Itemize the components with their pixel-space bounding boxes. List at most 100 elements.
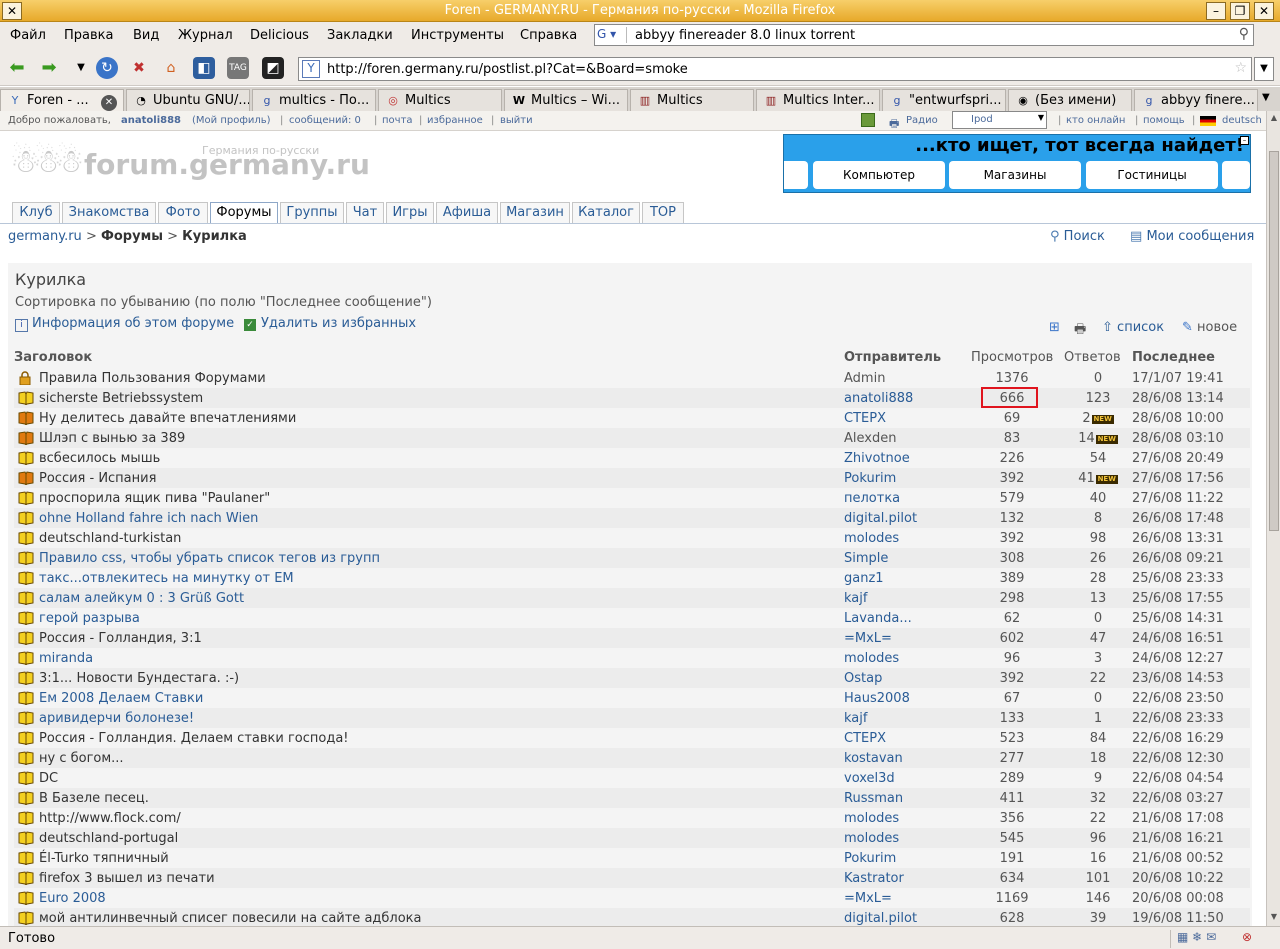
- search-link[interactable]: ⚲ Поиск: [1050, 229, 1105, 244]
- topic-title-link[interactable]: Россия - Испания: [39, 471, 156, 486]
- sender-link[interactable]: molodes: [844, 651, 899, 666]
- topic-title-link[interactable]: проспорила ящик пива "Paulaner": [39, 491, 270, 506]
- site-tab-top[interactable]: TOP: [642, 202, 684, 223]
- menu-edit[interactable]: Правка: [64, 28, 113, 43]
- tab-entwurf[interactable]: g "entwurfspri...: [882, 89, 1006, 111]
- my-messages-link[interactable]: ▤ Мои сообщения: [1130, 229, 1254, 244]
- sender-link[interactable]: digital.pilot: [844, 511, 917, 526]
- topic-title-link[interactable]: мой антилинвечный списег повесили на сай…: [39, 911, 422, 926]
- mail-status-icon[interactable]: ✉: [1206, 930, 1216, 944]
- topic-title-link[interactable]: 3:1... Новости Бундестага. :-): [39, 671, 239, 686]
- banner-computer-button[interactable]: Компьютер: [813, 161, 945, 189]
- favorites-link[interactable]: избранное: [427, 115, 483, 126]
- sender-link[interactable]: Simple: [844, 551, 888, 566]
- logout-link[interactable]: выйти: [500, 115, 533, 126]
- sender-link[interactable]: Alexden: [844, 431, 896, 446]
- tab-multics-google[interactable]: g multics - По...: [252, 89, 376, 111]
- page-icon[interactable]: ◩: [262, 57, 284, 79]
- sender-link[interactable]: Russman: [844, 791, 903, 806]
- topic-title-link[interactable]: Euro 2008: [39, 891, 106, 906]
- sender-link[interactable]: Kastrator: [844, 871, 904, 886]
- forward-icon[interactable]: ➡: [38, 57, 60, 79]
- tag-icon[interactable]: TAG: [227, 57, 249, 79]
- topic-title-link[interactable]: герой разрыва: [39, 611, 140, 626]
- profile-link[interactable]: (Мой профиль): [192, 115, 271, 126]
- topic-title-link[interactable]: Россия - Голландия. Делаем ставки господ…: [39, 731, 349, 746]
- topic-title-link[interactable]: Правило css, чтобы убрать список тегов и…: [39, 551, 380, 566]
- url-bar[interactable]: Y http://foren.germany.ru/postlist.pl?Ca…: [298, 57, 1252, 81]
- sender-link[interactable]: kajf: [844, 591, 867, 606]
- site-tab-groups[interactable]: Группы: [280, 202, 344, 223]
- sender-link[interactable]: molodes: [844, 831, 899, 846]
- sender-link[interactable]: molodes: [844, 811, 899, 826]
- menu-history[interactable]: Журнал: [178, 28, 233, 43]
- banner-partial-button-right[interactable]: [1222, 161, 1250, 189]
- scroll-thumb[interactable]: [1269, 151, 1279, 531]
- url-dropdown-button[interactable]: ▼: [1254, 57, 1274, 81]
- history-dropdown-icon[interactable]: ▼: [70, 57, 92, 79]
- delicious-icon[interactable]: ◧: [193, 57, 215, 79]
- sender-link[interactable]: kajf: [844, 711, 867, 726]
- col-header-sender[interactable]: Отправитель: [844, 350, 941, 365]
- sender-link[interactable]: CTEPX: [844, 411, 886, 426]
- tab-ubuntu[interactable]: ◔ Ubuntu GNU/...: [126, 89, 250, 111]
- search-icon[interactable]: ⚲: [1239, 26, 1249, 42]
- messages-link[interactable]: сообщений: 0: [289, 115, 361, 126]
- site-logo[interactable]: ☃☃☃ forum.germany.ru Германия по-русски: [8, 138, 370, 196]
- banner-partial-button[interactable]: [784, 161, 808, 189]
- topic-title-link[interactable]: deutschland-turkistan: [39, 531, 181, 546]
- username-link[interactable]: anatoli888: [121, 115, 181, 126]
- search-bar[interactable]: G ▾ abbyy finereader 8.0 linux torrent ⚲: [594, 24, 1254, 46]
- radio-link[interactable]: Радио: [906, 115, 938, 126]
- sender-link[interactable]: molodes: [844, 531, 899, 546]
- sender-link[interactable]: anatoli888: [844, 391, 913, 406]
- topic-title-link[interactable]: Шлэп с вынью за 389: [39, 431, 185, 446]
- sender-link[interactable]: voxel3d: [844, 771, 895, 786]
- topic-title-link[interactable]: Россия - Голландия, 3:1: [39, 631, 202, 646]
- col-header-last[interactable]: Последнее: [1132, 350, 1215, 365]
- topic-title-link[interactable]: всбесилось мышь: [39, 451, 160, 466]
- tab-untitled[interactable]: ◉ (Без имени): [1008, 89, 1132, 111]
- sender-link[interactable]: CTEPX: [844, 731, 886, 746]
- new-topic-link[interactable]: ✎ новое: [1182, 320, 1237, 335]
- topic-title-link[interactable]: sicherste Betriebssystem: [39, 391, 203, 406]
- search-input[interactable]: abbyy finereader 8.0 linux torrent: [635, 28, 855, 43]
- col-header-replies[interactable]: Ответов: [1064, 350, 1121, 365]
- menu-bookmarks[interactable]: Закладки: [327, 28, 393, 43]
- list-view-link[interactable]: ⇧ список: [1102, 320, 1164, 335]
- sender-link[interactable]: =MxL=: [844, 631, 892, 646]
- tab-abbyy[interactable]: g abbyy finere...: [1134, 89, 1258, 111]
- sender-link[interactable]: Haus2008: [844, 691, 910, 706]
- snowflake-icon[interactable]: ❄: [1192, 930, 1202, 944]
- site-tab-chat[interactable]: Чат: [346, 202, 384, 223]
- tab-foren[interactable]: Y Foren - ... ✕: [0, 89, 124, 111]
- sender-link[interactable]: =MxL=: [844, 891, 892, 906]
- topic-title-link[interactable]: салам алейкум 0 : 3 Grüß Gott: [39, 591, 244, 606]
- minimize-button[interactable]: –: [1206, 2, 1226, 20]
- tab-list-icon[interactable]: ▼: [1262, 92, 1270, 103]
- site-tab-shop[interactable]: Магазин: [500, 202, 570, 223]
- tab-multics-wiki[interactable]: W Multics – Wi...: [504, 89, 628, 111]
- menu-help[interactable]: Справка: [520, 28, 577, 43]
- bookmark-star-icon[interactable]: ☆: [1234, 60, 1247, 76]
- sender-link[interactable]: Lavanda...: [844, 611, 912, 626]
- menu-tools[interactable]: Инструменты: [411, 28, 504, 43]
- tab-multics-2[interactable]: ▥ Multics: [630, 89, 754, 111]
- url-input[interactable]: http://foren.germany.ru/postlist.pl?Cat=…: [327, 62, 688, 77]
- col-header-views[interactable]: Просмотров: [971, 350, 1053, 365]
- topic-title-link[interactable]: ну с богом...: [39, 751, 124, 766]
- who-online-link[interactable]: кто онлайн: [1066, 115, 1125, 126]
- topic-title-link[interactable]: такс...отвлекитесь на минутку от ЕМ: [39, 571, 294, 586]
- screen-icon[interactable]: ▦: [1177, 930, 1188, 944]
- home-icon[interactable]: ⌂: [160, 57, 182, 79]
- scroll-down-icon[interactable]: ▼: [1268, 912, 1280, 924]
- topic-title-link[interactable]: deutschland-portugal: [39, 831, 178, 846]
- print-icon[interactable]: 🖶: [889, 115, 899, 134]
- language-link[interactable]: deutsch: [1222, 115, 1262, 126]
- close-tab-icon[interactable]: ✕: [101, 95, 117, 111]
- topic-title-link[interactable]: ohne Holland fahre ich nach Wien: [39, 511, 258, 526]
- topic-title-link[interactable]: firefox 3 вышел из печати: [39, 871, 215, 886]
- expand-icon[interactable]: ⊞: [1049, 320, 1060, 335]
- close-window-button[interactable]: ✕: [1254, 2, 1274, 20]
- sender-link[interactable]: Admin: [844, 371, 885, 386]
